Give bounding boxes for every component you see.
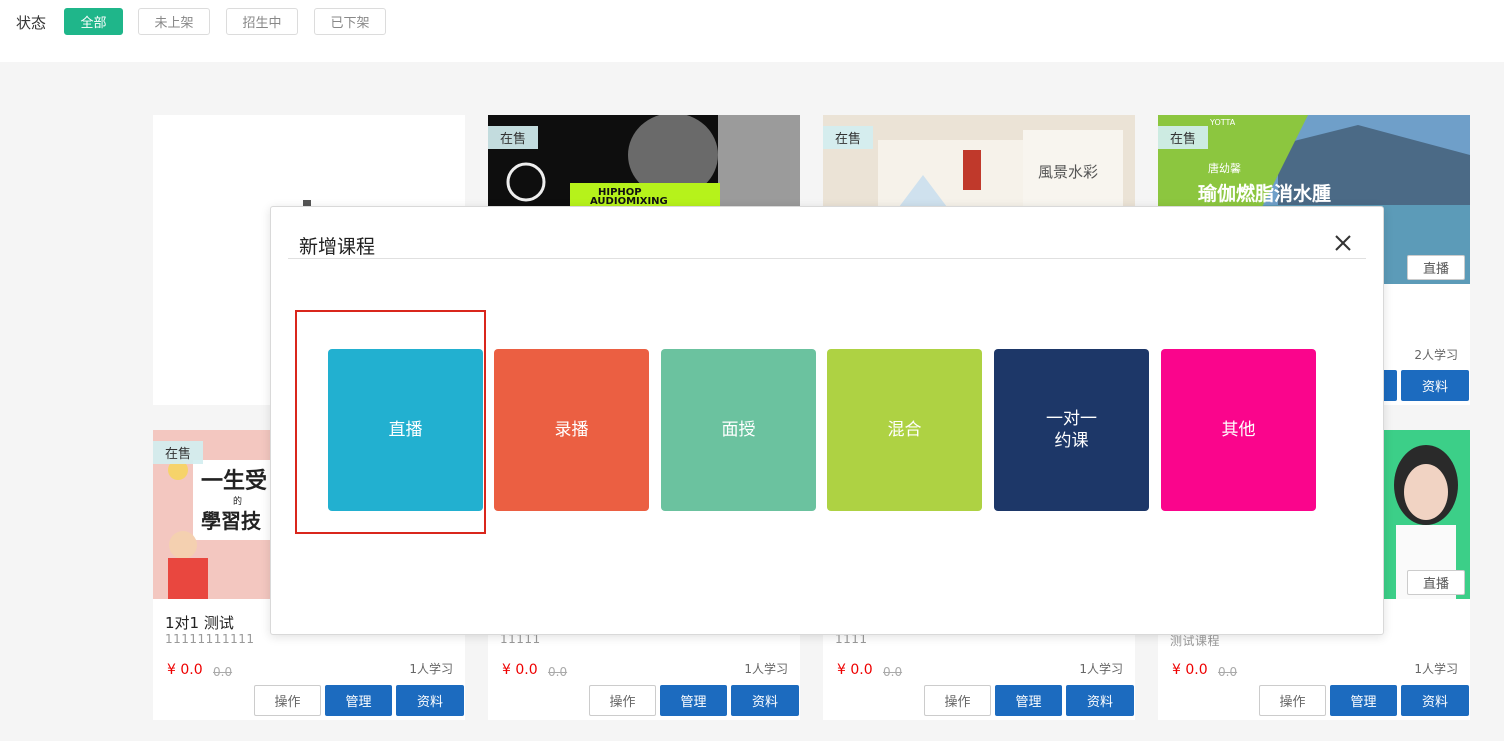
svg-text:YOTTA: YOTTA [1209, 118, 1236, 127]
course-type-hybrid[interactable]: 混合 [827, 349, 982, 511]
course-original-price: 0.0 [883, 665, 903, 679]
filter-chip-all[interactable]: 全部 [64, 8, 123, 35]
course-type-live[interactable]: 直播 [328, 349, 483, 511]
info-button[interactable]: 资料 [1401, 370, 1469, 401]
svg-text:一生受: 一生受 [201, 468, 267, 494]
info-button[interactable]: 资料 [1401, 685, 1469, 716]
course-price: ¥ 0.0 [1172, 662, 1208, 678]
status-badge: 在售 [153, 441, 203, 464]
course-price: ¥ 0.0 [837, 662, 873, 678]
course-price: ¥ 0.0 [167, 662, 203, 678]
info-button[interactable]: 资料 [731, 685, 799, 716]
svg-text:學習技: 學習技 [201, 509, 262, 533]
filter-chip-enrolling[interactable]: 招生中 [226, 8, 298, 35]
status-filter-bar: 状态 全部 未上架 招生中 已下架 [0, 0, 1504, 62]
operate-button[interactable]: 操作 [589, 685, 656, 716]
course-original-price: 0.0 [548, 665, 568, 679]
learner-count: 2人学习 [1414, 348, 1458, 362]
filter-chip-unlisted[interactable]: 未上架 [138, 8, 210, 35]
course-type-recorded[interactable]: 录播 [494, 349, 649, 511]
info-button[interactable]: 资料 [396, 685, 464, 716]
course-original-price: 0.0 [1218, 665, 1238, 679]
course-description: 11111111111 [165, 632, 255, 646]
status-filter-label: 状态 [16, 14, 47, 32]
filter-chip-delisted[interactable]: 已下架 [314, 8, 386, 35]
status-badge: 在售 [1158, 126, 1208, 149]
course-type-badge: 直播 [1407, 570, 1465, 595]
svg-text:唐幼馨: 唐幼馨 [1208, 161, 1241, 175]
course-title: 1对1 测试 [165, 614, 234, 632]
dialog-divider [288, 258, 1366, 259]
operate-button[interactable]: 操作 [254, 685, 321, 716]
learner-count: 1人学习 [744, 662, 788, 676]
course-type-badge: 直播 [1407, 255, 1465, 280]
add-course-dialog: 新增课程 直播 录播 面授 混合 一对一 约课 其他 [270, 206, 1384, 635]
svg-text:的: 的 [233, 495, 242, 507]
manage-button[interactable]: 管理 [995, 685, 1062, 716]
status-badge: 在售 [823, 126, 873, 149]
course-price: ¥ 0.0 [502, 662, 538, 678]
course-original-price: 0.0 [213, 665, 233, 679]
learner-count: 1人学习 [409, 662, 453, 676]
manage-button[interactable]: 管理 [325, 685, 392, 716]
operate-button[interactable]: 操作 [1259, 685, 1326, 716]
learner-count: 1人学习 [1079, 662, 1123, 676]
status-badge: 在售 [488, 126, 538, 149]
close-icon[interactable] [1331, 231, 1355, 255]
svg-text:瑜伽燃脂消水腫: 瑜伽燃脂消水腫 [1198, 182, 1331, 205]
operate-button[interactable]: 操作 [924, 685, 991, 716]
dialog-title: 新增课程 [299, 236, 376, 258]
course-type-in-person[interactable]: 面授 [661, 349, 816, 511]
svg-text:風景水彩: 風景水彩 [1038, 163, 1098, 181]
manage-button[interactable]: 管理 [660, 685, 727, 716]
manage-button[interactable]: 管理 [1330, 685, 1397, 716]
learner-count: 1人学习 [1414, 662, 1458, 676]
course-type-other[interactable]: 其他 [1161, 349, 1316, 511]
course-type-one-on-one[interactable]: 一对一 约课 [994, 349, 1149, 511]
info-button[interactable]: 资料 [1066, 685, 1134, 716]
